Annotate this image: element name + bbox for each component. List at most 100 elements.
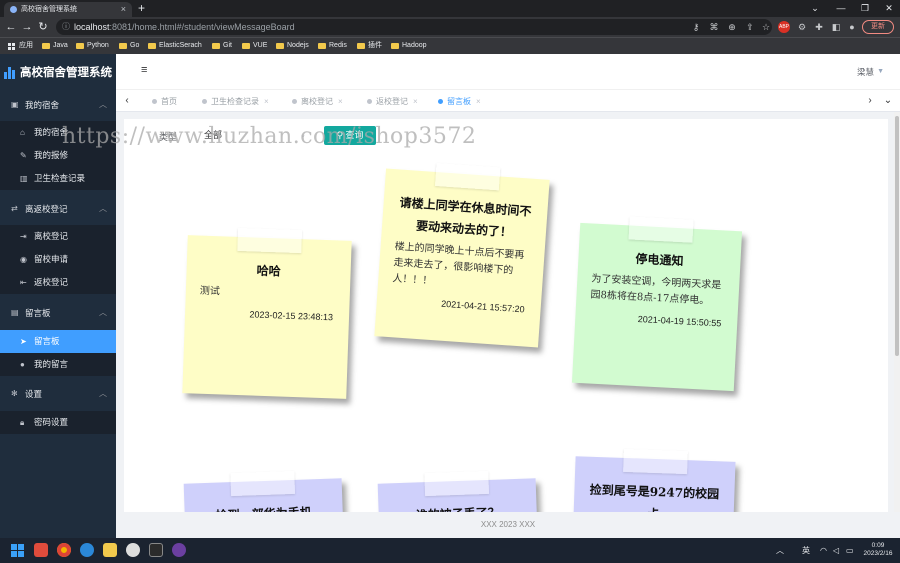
search-button[interactable]: ⚲ 查询: [324, 126, 376, 145]
tags-scroll-right-icon[interactable]: ›: [864, 90, 876, 112]
file-explorer-icon[interactable]: [103, 543, 117, 557]
system-clock[interactable]: 0:09 2023/2/16: [860, 542, 896, 558]
close-tab-icon[interactable]: ×: [121, 2, 126, 17]
bookmark-hadoop[interactable]: Hadoop: [391, 38, 427, 55]
sidebar-item-password[interactable]: 🔒︎ 密码设置: [0, 411, 116, 434]
bookmark-label: Python: [87, 42, 109, 49]
sidebar-item-message-board[interactable]: ➤ 留言板: [0, 330, 116, 353]
message-note[interactable]: 谁的被子丢了？: [377, 470, 539, 512]
message-note[interactable]: 停电通知 为了安装空调，今明两天求是园8栋将在8点-17点停电。 2021-04…: [571, 216, 743, 392]
media-player-icon[interactable]: [172, 543, 186, 557]
sidebar-item-label: 返校登记: [34, 277, 69, 287]
bookmark-go[interactable]: Go: [119, 38, 139, 55]
bookmark-redis[interactable]: Redis: [318, 38, 347, 55]
wrench-icon: ✎: [20, 151, 27, 160]
close-tag-icon[interactable]: ×: [476, 97, 481, 106]
menu-group-settings[interactable]: ✻ 设置 ︿: [0, 381, 116, 407]
sidebar-item-leave[interactable]: ⇥ 离校登记: [0, 225, 116, 248]
edge-app-icon[interactable]: [80, 543, 94, 557]
scrollbar-thumb[interactable]: [895, 116, 899, 356]
terminal-icon[interactable]: [149, 543, 163, 557]
translate-icon[interactable]: ⌘: [708, 21, 720, 33]
share-icon[interactable]: ⇪: [744, 21, 756, 33]
minimize-icon[interactable]: —: [828, 0, 854, 17]
bookmark-apps[interactable]: 应用: [8, 38, 33, 55]
note-title: 捡到一部华为手机: [184, 500, 343, 512]
tags-scroll-left-icon[interactable]: ‹: [121, 90, 133, 112]
bookmark-vue[interactable]: VUE: [242, 38, 267, 55]
forward-icon[interactable]: →: [20, 17, 34, 37]
message-note[interactable]: 请楼上同学在休息时间不要动来动去的了！ 楼上的同学晚上十点后不要再走来走去了，很…: [374, 162, 550, 348]
bookmark-python[interactable]: Python: [76, 38, 109, 55]
tag-hygiene[interactable]: 卫生检查记录 ×: [200, 94, 269, 109]
key-icon[interactable]: ⚷: [690, 21, 702, 33]
bookmark-java[interactable]: Java: [42, 38, 68, 55]
windows-start-icon[interactable]: [11, 544, 24, 557]
message-note[interactable]: 哈哈 测试 2023-02-15 23:48:13: [182, 227, 352, 399]
tag-message-board[interactable]: 留言板 ×: [436, 94, 481, 109]
url-input[interactable]: ⓘ localhost:8081/home.html#/student/view…: [56, 19, 772, 35]
profile-icon[interactable]: ●: [846, 21, 858, 33]
app-icon[interactable]: [126, 543, 140, 557]
adblock-icon[interactable]: ABP: [778, 21, 790, 33]
menu-group-leave-return[interactable]: ⇄ 离返校登记 ︿: [0, 196, 116, 222]
gear-icon: ✻: [11, 389, 18, 398]
chrome-app-icon[interactable]: [57, 543, 71, 557]
main-content: 类型 全部 ⌄ ⚲ 查询 哈哈 测试 2023-02-15 23:48:13 请…: [116, 112, 894, 512]
hamburger-icon[interactable]: ≡: [141, 65, 151, 76]
sidebar-toggle-icon[interactable]: ◧: [830, 21, 842, 33]
close-tag-icon[interactable]: ×: [338, 97, 343, 106]
close-tag-icon[interactable]: ×: [264, 97, 269, 106]
restore-icon[interactable]: ❐: [852, 0, 878, 17]
battery-icon[interactable]: ▭: [846, 538, 854, 563]
input-language[interactable]: 英: [802, 538, 810, 563]
settings-extension-icon[interactable]: ⚙: [796, 21, 808, 33]
back-icon[interactable]: ←: [4, 17, 18, 37]
sidebar-item-repairs[interactable]: ✎ 我的报修: [0, 144, 116, 167]
bookmark-plugins[interactable]: 插件: [357, 38, 382, 55]
menu-group-my-dorm[interactable]: ▣ 我的宿舍 ︿: [0, 92, 116, 118]
sidebar-item-my-messages[interactable]: ● 我的留言: [0, 353, 116, 376]
menu-group-label: 设置: [25, 389, 43, 399]
tags-menu-icon[interactable]: ⌄: [882, 90, 894, 112]
sidebar-item-label: 离校登记: [34, 231, 69, 241]
caret-down-icon[interactable]: ▼: [877, 54, 884, 90]
wifi-icon[interactable]: ◠: [820, 538, 827, 563]
tag-leave[interactable]: 离校登记 ×: [290, 94, 343, 109]
update-button[interactable]: 更新: [862, 20, 894, 34]
extensions-icon[interactable]: ✚: [813, 21, 825, 33]
sidebar-item-label: 卫生检查记录: [34, 173, 86, 183]
user-name[interactable]: 梁慧: [857, 54, 874, 90]
zoom-icon[interactable]: ⊕: [726, 21, 738, 33]
bookmark-git[interactable]: Git: [212, 38, 232, 55]
message-note[interactable]: 捡到一部华为手机: [183, 470, 345, 512]
reload-icon[interactable]: ↻: [36, 17, 50, 37]
bookmark-elasticsearch[interactable]: ElasticSerach: [148, 38, 202, 55]
sidebar-item-hygiene[interactable]: ▥ 卫生检查记录: [0, 167, 116, 190]
message-board-card: 类型 全部 ⌄ ⚲ 查询 哈哈 测试 2023-02-15 23:48:13 请…: [124, 119, 888, 512]
close-window-icon[interactable]: ✕: [876, 0, 900, 17]
menu-group-label: 我的宿舍: [25, 100, 60, 110]
type-select[interactable]: 全部 ⌄: [204, 127, 314, 144]
browser-tab[interactable]: 高校宿舍管理系统 ×: [4, 2, 132, 17]
folder-icon: [148, 43, 156, 49]
idea-app-icon[interactable]: [34, 543, 48, 557]
tab-search-icon[interactable]: ⌄: [802, 0, 828, 17]
swap-icon: ⇄: [11, 204, 18, 213]
tag-return[interactable]: 返校登记 ×: [365, 94, 418, 109]
tag-home[interactable]: 首页: [150, 94, 177, 109]
message-note[interactable]: 捡到尾号是9247的校园卡: [572, 448, 736, 512]
sidebar-item-label: 我的宿舍: [34, 127, 69, 137]
close-tag-icon[interactable]: ×: [413, 97, 418, 106]
sidebar-item-stay[interactable]: ◉ 留校申请: [0, 248, 116, 271]
sidebar-item-return[interactable]: ⇤ 返校登记: [0, 271, 116, 294]
new-tab-icon[interactable]: +: [138, 1, 145, 15]
tray-chevron-icon[interactable]: ︿: [776, 538, 784, 563]
sidebar-item-my-dorm[interactable]: ⌂ 我的宿舍: [0, 121, 116, 144]
menu-group-message-board[interactable]: ▤ 留言板 ︿: [0, 300, 116, 326]
site-info-icon[interactable]: ⓘ: [62, 19, 70, 35]
volume-icon[interactable]: ◁: [833, 538, 839, 563]
bookmark-nodejs[interactable]: Nodejs: [276, 38, 309, 55]
bookmark-star-icon[interactable]: ☆: [760, 21, 772, 33]
content-scrollbar[interactable]: [894, 112, 900, 512]
